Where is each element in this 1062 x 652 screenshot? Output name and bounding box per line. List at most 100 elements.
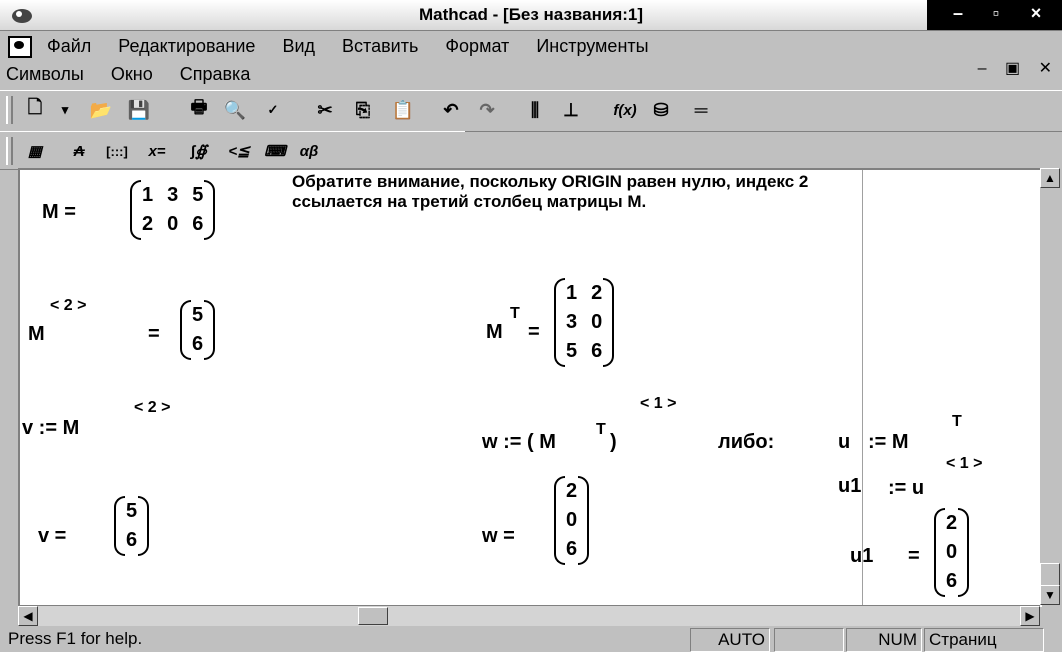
- menu-help[interactable]: Справка: [180, 60, 251, 88]
- cut-icon[interactable]: ✂: [312, 97, 338, 123]
- menu-tools[interactable]: Инструменты: [536, 32, 648, 60]
- save-icon[interactable]: 💾: [126, 97, 152, 123]
- or-label: либо:: [718, 431, 775, 453]
- doc-minimize-icon[interactable]: –: [978, 60, 987, 77]
- matrix-w-result[interactable]: 2 0 6: [554, 476, 590, 565]
- w-column-superscript: < 1 >: [640, 395, 677, 412]
- calculus-palette-icon[interactable]: ∫∯: [186, 138, 212, 164]
- insert-function-icon[interactable]: f(x): [612, 97, 638, 123]
- print-preview-icon[interactable]: 🔍: [222, 97, 248, 123]
- scroll-down-icon[interactable]: ▼: [1040, 585, 1060, 605]
- matrix-cell: 5: [126, 500, 138, 522]
- align-across-icon[interactable]: ⫼: [522, 97, 548, 123]
- menu-edit[interactable]: Редактирование: [118, 32, 255, 60]
- dropdown-arrow-icon[interactable]: ▾: [52, 97, 78, 123]
- redo-icon[interactable]: ↷: [474, 97, 500, 123]
- menu-format[interactable]: Формат: [445, 32, 509, 60]
- matrix-v-result[interactable]: 5 6: [114, 496, 150, 556]
- greek-palette-icon[interactable]: αβ: [296, 138, 322, 164]
- toolbar-grip[interactable]: [6, 137, 13, 165]
- open-folder-icon[interactable]: 📂: [88, 97, 114, 123]
- v-definition-superscript: < 2 >: [134, 399, 171, 416]
- text-region-note[interactable]: Обратите внимание, поскольку ORIGIN раве…: [292, 172, 892, 212]
- graph-palette-icon[interactable]: ₳: [66, 138, 92, 164]
- w-result-lhs[interactable]: w =: [482, 526, 515, 546]
- minimize-icon[interactable]: –: [945, 3, 971, 24]
- matrix-cell: 0: [167, 213, 179, 235]
- matrix-u1-result[interactable]: 2 0 6: [934, 508, 970, 597]
- toolbar-grip[interactable]: [6, 96, 13, 124]
- document-icon[interactable]: [8, 36, 32, 59]
- align-down-icon[interactable]: ⊥: [558, 97, 584, 123]
- worksheet[interactable]: Обратите внимание, поскольку ORIGIN раве…: [18, 168, 1042, 607]
- copy-icon[interactable]: ⎘: [350, 97, 376, 123]
- doc-restore-icon[interactable]: ▣: [1005, 60, 1020, 77]
- m-column-eq: =: [148, 323, 160, 345]
- menu-row-2: Символы Окно Справка: [6, 60, 272, 88]
- scroll-right-icon[interactable]: ▶: [1020, 606, 1040, 626]
- matrix-palette-icon[interactable]: [:::]: [104, 138, 130, 164]
- document-controls: – ▣ ✕: [964, 58, 1052, 78]
- matrix-cell: 1: [142, 184, 154, 206]
- u1-definition-name[interactable]: u1: [838, 476, 861, 496]
- matrix-cell: 6: [946, 570, 958, 592]
- v-result-lhs[interactable]: v =: [38, 526, 66, 546]
- matrix-cell: 2: [566, 480, 578, 502]
- w-definition[interactable]: w := ( M: [482, 432, 556, 452]
- matrix-m[interactable]: 1 3 5 2 0 6: [130, 180, 216, 240]
- evaluation-palette-icon[interactable]: x=: [144, 138, 170, 164]
- matrix-cell: 3: [167, 184, 179, 206]
- menu-symbols[interactable]: Символы: [6, 60, 84, 88]
- matrix-cell: 3: [566, 311, 578, 333]
- boolean-palette-icon[interactable]: <≦: [226, 138, 252, 164]
- scroll-left-icon[interactable]: ◀: [18, 606, 38, 626]
- close-icon[interactable]: ×: [1023, 3, 1049, 24]
- doc-close-icon[interactable]: ✕: [1039, 60, 1052, 77]
- maximize-icon[interactable]: ▫: [983, 3, 1009, 24]
- matrix-cell: 6: [192, 213, 204, 235]
- new-document-icon[interactable]: 🗋: [22, 97, 48, 123]
- m-transpose-lhs[interactable]: M: [486, 322, 503, 342]
- w-close-paren: ): [610, 431, 617, 453]
- u-definition-name[interactable]: u: [838, 432, 850, 452]
- window-controls: – ▫ ×: [927, 0, 1062, 30]
- matrix-cell: 6: [566, 538, 578, 560]
- menu-insert[interactable]: Вставить: [342, 32, 418, 60]
- matrix-cell: 2: [142, 213, 154, 235]
- v-definition[interactable]: v := M: [22, 418, 79, 438]
- matrix-cell: 2: [591, 282, 603, 304]
- m-transpose-eq: =: [528, 321, 540, 343]
- programming-palette-icon[interactable]: ⌨: [262, 138, 288, 164]
- u1-result-name[interactable]: u1: [850, 546, 873, 566]
- matrix-cell: 0: [566, 509, 578, 531]
- paste-icon[interactable]: 📋: [390, 97, 416, 123]
- insert-unit-icon[interactable]: ⛁: [648, 97, 674, 123]
- menu-view[interactable]: Вид: [282, 32, 315, 60]
- m-column-lhs[interactable]: M: [28, 324, 45, 344]
- calculator-palette-icon[interactable]: ▦: [22, 138, 48, 164]
- matrix-cell: 6: [591, 340, 603, 362]
- matrix-cell: 5: [566, 340, 578, 362]
- vertical-scrollbar[interactable]: ▲ ▼: [1040, 168, 1060, 605]
- horizontal-scrollbar[interactable]: ◀ ▶: [18, 605, 1040, 626]
- menu-file[interactable]: Файл: [47, 32, 91, 60]
- spell-check-icon[interactable]: ✓: [260, 97, 286, 123]
- u-definition-assign[interactable]: := M: [868, 432, 909, 452]
- m-definition-label[interactable]: M =: [42, 202, 76, 222]
- print-icon[interactable]: 🖶: [186, 97, 212, 123]
- mathcad-window: Mathcad - [Без названия:1] – ▫ × Файл Ре…: [0, 0, 1062, 652]
- calculate-icon[interactable]: ═: [688, 97, 714, 123]
- matrix-m-transpose[interactable]: 1 2 3 0 5 6: [554, 278, 615, 367]
- page-break-line: [862, 170, 863, 607]
- scroll-up-icon[interactable]: ▲: [1040, 168, 1060, 188]
- window-title: Mathcad - [Без названия:1]: [418, 5, 644, 24]
- matrix-cell: 2: [946, 512, 958, 534]
- menu-window[interactable]: Окно: [111, 60, 153, 88]
- undo-icon[interactable]: ↶: [438, 97, 464, 123]
- matrix-m-column-result[interactable]: 5 6: [180, 300, 216, 360]
- u1-result-eq: =: [908, 545, 920, 567]
- w-transpose-superscript: T: [596, 421, 606, 438]
- standard-toolbar: 🗋 ▾ 📂 💾 🖶 🔍 ✓ ✂ ⎘ 📋 ↶ ↷ ⫼ ⊥ f(x) ⛁ ═: [0, 90, 1062, 132]
- horizontal-scroll-thumb[interactable]: [358, 607, 388, 625]
- u1-definition-assign[interactable]: := u: [888, 478, 924, 498]
